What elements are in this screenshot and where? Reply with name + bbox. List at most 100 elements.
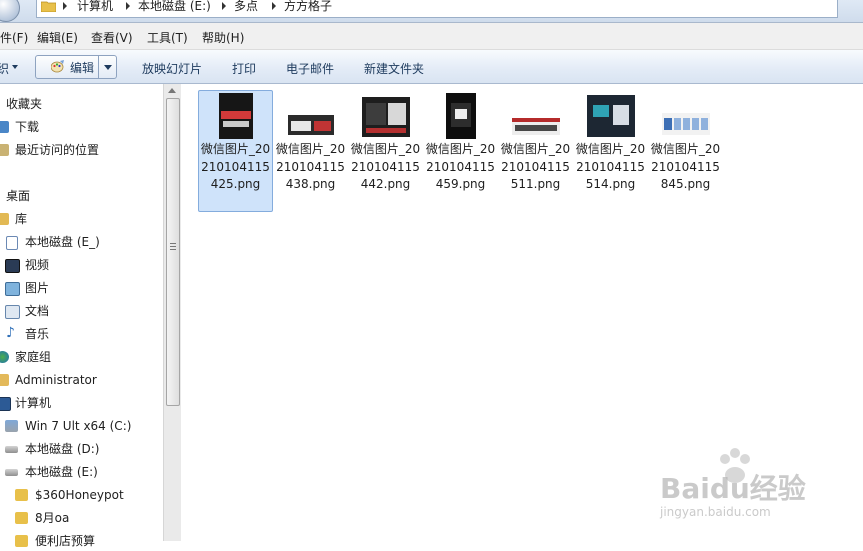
nav-label: 8月oa	[35, 511, 70, 525]
edit-dropdown-chevron-icon[interactable]	[104, 65, 112, 70]
grip-line	[170, 249, 176, 250]
menu-view[interactable]: 查看(V)	[91, 29, 133, 46]
nav-label: 桌面	[6, 189, 31, 203]
image-thumbnail	[661, 113, 710, 135]
email-button[interactable]: 电子邮件	[286, 60, 334, 77]
file-item[interactable]: 微信图片_20210104115442.png	[348, 90, 423, 212]
breadcrumb-separator-icon[interactable]	[272, 2, 276, 10]
nav-desktop[interactable]: 桌面	[0, 186, 160, 206]
nav-label: 音乐	[25, 327, 50, 341]
nav-label: 便利店预算	[35, 534, 96, 548]
nav-label: 本地磁盘 (E:)	[25, 465, 98, 479]
nav-videos[interactable]: 视频	[0, 255, 160, 275]
breadcrumb-separator-icon[interactable]	[126, 2, 130, 10]
nav-recent-places[interactable]: 最近访问的位置	[0, 140, 160, 160]
downloads-icon	[0, 121, 9, 133]
nav-folder-8yue-oa[interactable]: 8月oa	[0, 508, 160, 528]
nav-label: 库	[15, 212, 28, 226]
music-library-icon: ♪	[6, 325, 15, 341]
address-bar: 计算机 本地磁盘 (E:) 多点 方方格子	[0, 0, 863, 23]
print-button[interactable]: 打印	[232, 60, 256, 77]
scroll-up-arrow-icon[interactable]	[168, 88, 176, 93]
breadcrumb-separator-icon[interactable]	[63, 2, 67, 10]
recent-places-icon	[0, 144, 9, 156]
nav-drive-e-shortcut[interactable]: 本地磁盘 (E_)	[0, 232, 160, 252]
nav-label: 视频	[25, 258, 50, 272]
breadcrumb[interactable]: 计算机 本地磁盘 (E:) 多点 方方格子	[36, 0, 838, 18]
breadcrumb-drive-e[interactable]: 本地磁盘 (E:)	[138, 0, 211, 15]
menu-file[interactable]: 件(F)	[0, 29, 28, 46]
file-name: 微信图片_20210104115511.png	[500, 142, 571, 191]
nav-label: 计算机	[15, 396, 52, 410]
file-item[interactable]: 微信图片_20210104115514.png	[573, 90, 648, 212]
nav-drive-c[interactable]: Win 7 Ult x64 (C:)	[0, 416, 160, 436]
nav-downloads[interactable]: 下载	[0, 117, 160, 137]
nav-favorites[interactable]: 收藏夹	[0, 94, 160, 114]
nav-label: 家庭组	[15, 350, 52, 364]
nav-homegroup[interactable]: 家庭组	[0, 347, 160, 367]
hard-drive-icon	[5, 469, 18, 476]
new-folder-button[interactable]: 新建文件夹	[364, 60, 424, 77]
nav-computer[interactable]: 计算机	[0, 393, 160, 413]
scrollbar-thumb[interactable]	[166, 98, 180, 406]
folder-icon	[15, 489, 28, 501]
pictures-library-icon	[5, 282, 20, 296]
file-item[interactable]: 微信图片_20210104115438.png	[273, 90, 348, 212]
nav-documents[interactable]: 文档	[0, 301, 160, 321]
documents-library-icon	[5, 305, 20, 319]
file-name: 微信图片_20210104115438.png	[275, 142, 346, 191]
file-name: 微信图片_20210104115845.png	[650, 142, 721, 191]
menu-help[interactable]: 帮助(H)	[202, 29, 244, 46]
computer-icon	[0, 397, 11, 411]
navigation-scrollbar[interactable]	[163, 84, 181, 541]
file-name: 微信图片_20210104115459.png	[425, 142, 496, 191]
edit-button-label: 编辑	[70, 61, 95, 75]
nav-music[interactable]: ♪ 音乐	[0, 324, 160, 344]
chevron-down-icon	[12, 65, 18, 69]
nav-library[interactable]: 库	[0, 209, 160, 229]
nav-label: Administrator	[15, 373, 97, 387]
nav-drive-e[interactable]: 本地磁盘 (E:)	[0, 462, 160, 482]
nav-administrator[interactable]: Administrator	[0, 370, 160, 390]
paint-edit-icon	[51, 60, 64, 73]
menu-tools[interactable]: 工具(T)	[147, 29, 188, 46]
file-item[interactable]: 微信图片_20210104115425.png	[198, 90, 273, 212]
navigation-pane: 收藏夹 下载 最近访问的位置 桌面 库 本地磁盘 (E_) 视频 图片 文档 ♪…	[0, 84, 163, 548]
nav-label: $360Honeypot	[35, 488, 124, 502]
breadcrumb-computer[interactable]: 计算机	[77, 0, 113, 15]
folder-icon	[15, 535, 28, 547]
video-library-icon	[5, 259, 20, 273]
organize-button[interactable]: 织	[0, 60, 9, 77]
nav-label: 本地磁盘 (E_)	[25, 235, 100, 249]
nav-pictures[interactable]: 图片	[0, 278, 160, 298]
nav-folder-honeypot[interactable]: $360Honeypot	[0, 485, 160, 505]
menu-bar: 件(F) 编辑(E) 查看(V) 工具(T) 帮助(H)	[0, 23, 863, 50]
breadcrumb-separator-icon[interactable]	[222, 2, 226, 10]
file-name: 微信图片_20210104115514.png	[575, 142, 646, 191]
split-divider	[98, 56, 99, 78]
slideshow-button[interactable]: 放映幻灯片	[142, 60, 202, 77]
grip-line	[170, 246, 176, 247]
folder-icon	[15, 512, 28, 524]
file-item[interactable]: 微信图片_20210104115845.png	[648, 90, 723, 212]
library-icon	[0, 213, 9, 225]
nav-label: 最近访问的位置	[15, 143, 100, 157]
nav-folder-budget[interactable]: 便利店预算	[0, 531, 160, 551]
breadcrumb-duodian[interactable]: 多点	[234, 0, 258, 15]
grip-line	[170, 243, 176, 244]
nav-drive-d[interactable]: 本地磁盘 (D:)	[0, 439, 160, 459]
drive-link-icon	[6, 236, 18, 250]
image-thumbnail	[511, 118, 560, 135]
back-button[interactable]	[0, 0, 20, 22]
image-thumbnail	[287, 115, 334, 135]
file-item[interactable]: 微信图片_20210104115459.png	[423, 90, 498, 212]
file-item[interactable]: 微信图片_20210104115511.png	[498, 90, 573, 212]
folder-icon	[41, 1, 56, 12]
nav-label: 下载	[15, 120, 40, 134]
edit-button[interactable]: 编辑	[35, 55, 117, 79]
image-thumbnail	[586, 95, 635, 137]
command-bar: 织 编辑 放映幻灯片 打印 电子邮件 新建文件夹	[0, 50, 863, 84]
image-thumbnail	[445, 93, 476, 139]
menu-edit[interactable]: 编辑(E)	[37, 29, 78, 46]
breadcrumb-current-folder[interactable]: 方方格子	[284, 0, 332, 15]
